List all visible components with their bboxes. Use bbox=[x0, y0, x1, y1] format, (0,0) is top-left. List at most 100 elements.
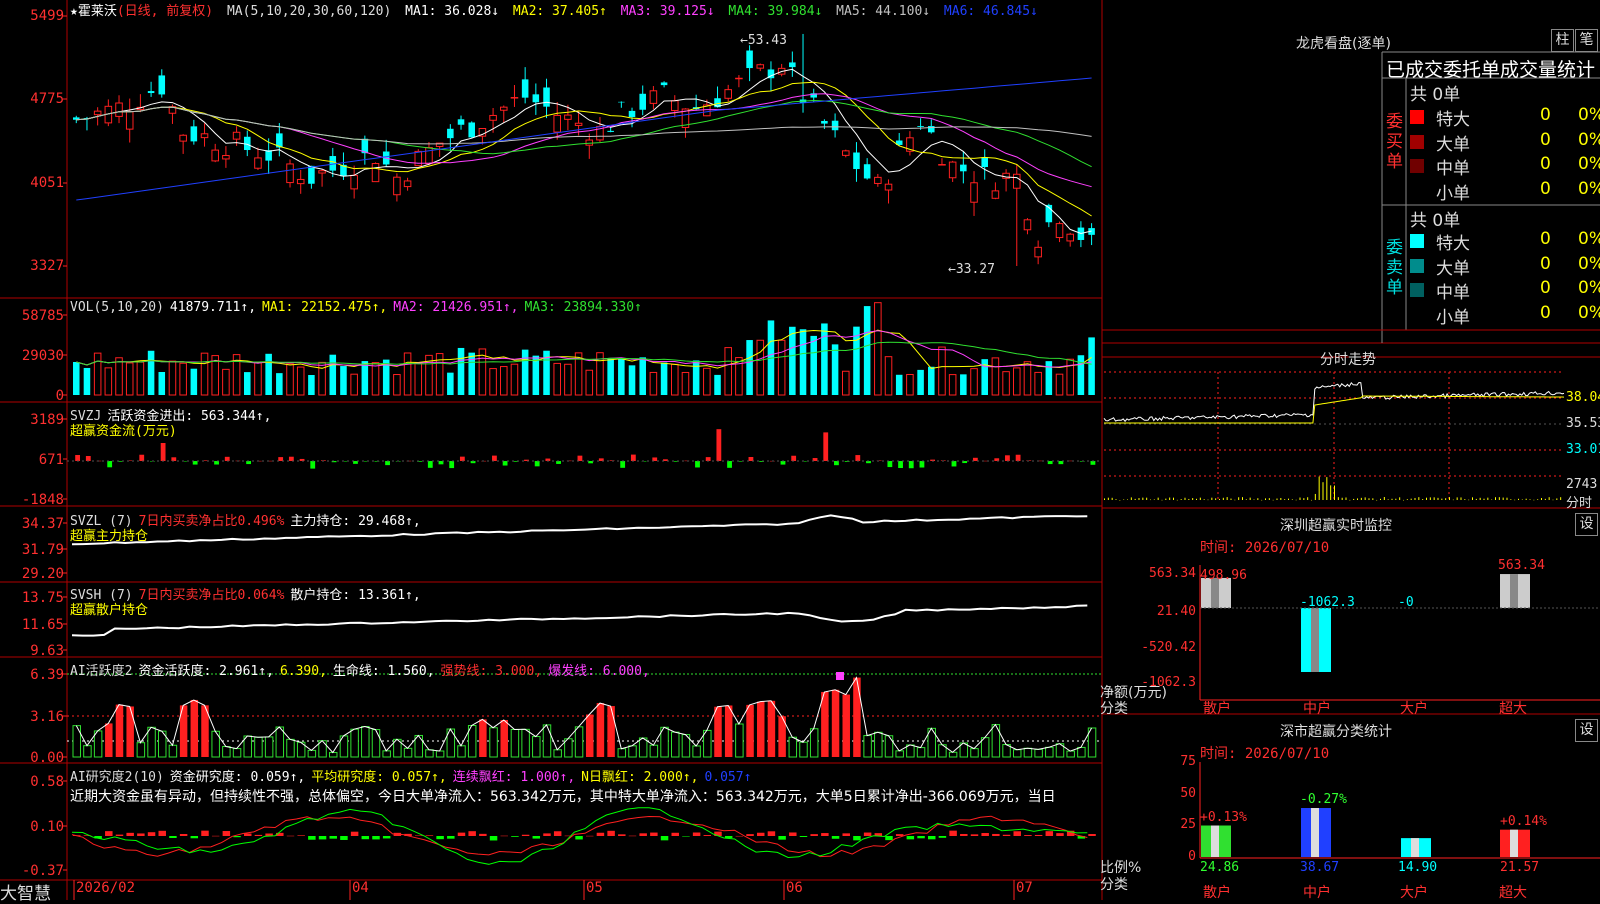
research-bar-positive bbox=[244, 833, 252, 836]
svzl-subtitle: 超赢主力持仓 bbox=[70, 529, 149, 544]
research-bar-positive bbox=[863, 832, 872, 836]
intraday-volume-bar bbox=[1261, 499, 1263, 501]
ma6-value: MA6: 46.845↓ bbox=[943, 4, 1038, 19]
intraday-volume-bar bbox=[1364, 497, 1366, 500]
candle-body-up bbox=[489, 114, 497, 121]
candle-body-down bbox=[532, 94, 540, 103]
ai-active-b: 6.390, bbox=[279, 664, 327, 679]
sz-stats-settings-button[interactable]: 设 bbox=[1575, 719, 1598, 742]
research-bar-positive bbox=[500, 835, 508, 837]
activity-bar-weak bbox=[532, 736, 541, 758]
research-bar-positive bbox=[350, 831, 359, 836]
intraday-volume-bar bbox=[1353, 498, 1355, 500]
intraday-volume-bar bbox=[1199, 497, 1201, 500]
volume-bar-down bbox=[639, 357, 646, 395]
research-bar-negative bbox=[906, 836, 915, 840]
research-bar-positive bbox=[211, 835, 220, 837]
intraday-volume-bar bbox=[1307, 497, 1309, 500]
research-bar-negative bbox=[928, 836, 936, 840]
svzj-bar-positive bbox=[791, 455, 797, 461]
order-type: 中单 bbox=[1436, 159, 1470, 179]
volume-bar-up bbox=[500, 366, 508, 396]
research-bar-positive bbox=[992, 833, 1000, 836]
order-row: 特大 0 0% bbox=[1410, 105, 1600, 130]
stock-name[interactable]: ★霍莱沃 bbox=[70, 4, 117, 19]
sz-monitor-bar-highlight bbox=[1510, 574, 1518, 608]
kline-axis-label: 4051 bbox=[30, 175, 64, 191]
candle-body-down bbox=[618, 101, 625, 103]
sz-stats-bar-highlight bbox=[1411, 838, 1419, 857]
candle-body-down bbox=[543, 87, 550, 107]
candle-body-up bbox=[585, 139, 594, 146]
order-count: 0 bbox=[1540, 302, 1551, 323]
intraday-axis-label: 33.01 bbox=[1566, 442, 1600, 457]
intraday-volume-bar bbox=[1452, 499, 1454, 501]
intraday-volume-bar bbox=[1441, 498, 1443, 500]
sz-stats-time: 时间: 2026/07/10 bbox=[1200, 746, 1330, 762]
vol-title: VOL(5,10,20) bbox=[70, 300, 164, 315]
activity-bar-weak bbox=[329, 752, 338, 758]
sz-stats-value-label: 21.57 bbox=[1500, 860, 1540, 875]
sz-stats-axis-label: 75 bbox=[1180, 754, 1196, 769]
research-bar-positive bbox=[949, 830, 957, 836]
candle-body-up bbox=[125, 111, 134, 130]
activity-bar-weak bbox=[916, 747, 926, 758]
intraday-volume-bar bbox=[1479, 497, 1481, 500]
sz-monitor-settings-button[interactable]: 设 bbox=[1575, 513, 1598, 536]
intraday-volume-bar bbox=[1360, 497, 1362, 500]
volume-bar-up bbox=[842, 370, 850, 396]
research-bar-negative bbox=[318, 836, 327, 840]
bar-mode-button[interactable]: 柱 bbox=[1551, 29, 1574, 52]
volume-bar-down bbox=[746, 340, 753, 395]
intraday-volume-bar bbox=[1399, 497, 1401, 500]
sz-stats-bar-highlight bbox=[1311, 808, 1319, 857]
candle-body-up bbox=[1055, 223, 1064, 239]
svzj-bar-positive bbox=[492, 455, 497, 461]
sz-monitor-bar-label: -1062.3 bbox=[1300, 595, 1355, 610]
intraday-volume-bar bbox=[1445, 498, 1447, 500]
ai-research-c: 连续飘红: 1.000↑, bbox=[452, 770, 576, 785]
volume-bar-down bbox=[831, 344, 839, 395]
intraday-volume-bar bbox=[1176, 499, 1178, 501]
brush-mode-button[interactable]: 笔 bbox=[1575, 29, 1598, 52]
candle-body-down bbox=[821, 120, 828, 124]
candle-body-up bbox=[884, 183, 893, 191]
activity-bar-strong bbox=[479, 719, 487, 757]
candle-body-up bbox=[756, 64, 765, 69]
sz-stats-axis-label: 0 bbox=[1188, 849, 1196, 864]
order-type: 中单 bbox=[1436, 283, 1470, 303]
color-swatch bbox=[1410, 307, 1424, 322]
intraday-title[interactable]: 分时走势 bbox=[1320, 349, 1376, 369]
sz-monitor-time: 时间: 2026/07/10 bbox=[1200, 540, 1330, 556]
intraday-volume-bar bbox=[1406, 499, 1408, 500]
color-swatch bbox=[1410, 258, 1424, 273]
activity-bar-strong bbox=[105, 723, 113, 757]
high-mark: ←53.43 bbox=[740, 33, 787, 48]
order-pct: 0% bbox=[1578, 278, 1600, 298]
ai-active-axis-label: 3.16 bbox=[30, 709, 64, 725]
volume-bar-down bbox=[447, 372, 454, 395]
volume-bar-up bbox=[703, 367, 711, 396]
volume-bar-down bbox=[853, 326, 860, 395]
candle-body-up bbox=[649, 90, 658, 104]
sz-stats-cat: 散户 bbox=[1203, 885, 1231, 901]
svzj-bar-positive bbox=[75, 455, 81, 461]
svzj-bar-negative bbox=[107, 461, 113, 468]
research-bar-positive bbox=[137, 833, 145, 836]
svsh-line bbox=[71, 604, 1088, 637]
volume-bar-up bbox=[1023, 361, 1032, 396]
order-count: 0 bbox=[1540, 253, 1551, 274]
svzj-bar-positive bbox=[288, 456, 294, 461]
volume-bar-down bbox=[265, 353, 272, 395]
ai-active-c: 生命线: 1.560, bbox=[332, 664, 435, 679]
activity-bar-weak bbox=[1034, 748, 1043, 758]
chart-canvas[interactable] bbox=[0, 0, 1600, 900]
candle-body-up bbox=[318, 170, 326, 174]
candle-body-up bbox=[735, 77, 743, 80]
svzl-hold: 主力持仓: 29.468↑, bbox=[290, 514, 421, 529]
period-label[interactable]: (日线, 前复权) bbox=[117, 4, 213, 19]
research-bar-positive bbox=[671, 832, 679, 836]
intraday-volume-bar bbox=[1449, 497, 1450, 500]
intraday-volume-bar bbox=[1234, 499, 1236, 501]
activity-bar-strong bbox=[607, 706, 615, 757]
